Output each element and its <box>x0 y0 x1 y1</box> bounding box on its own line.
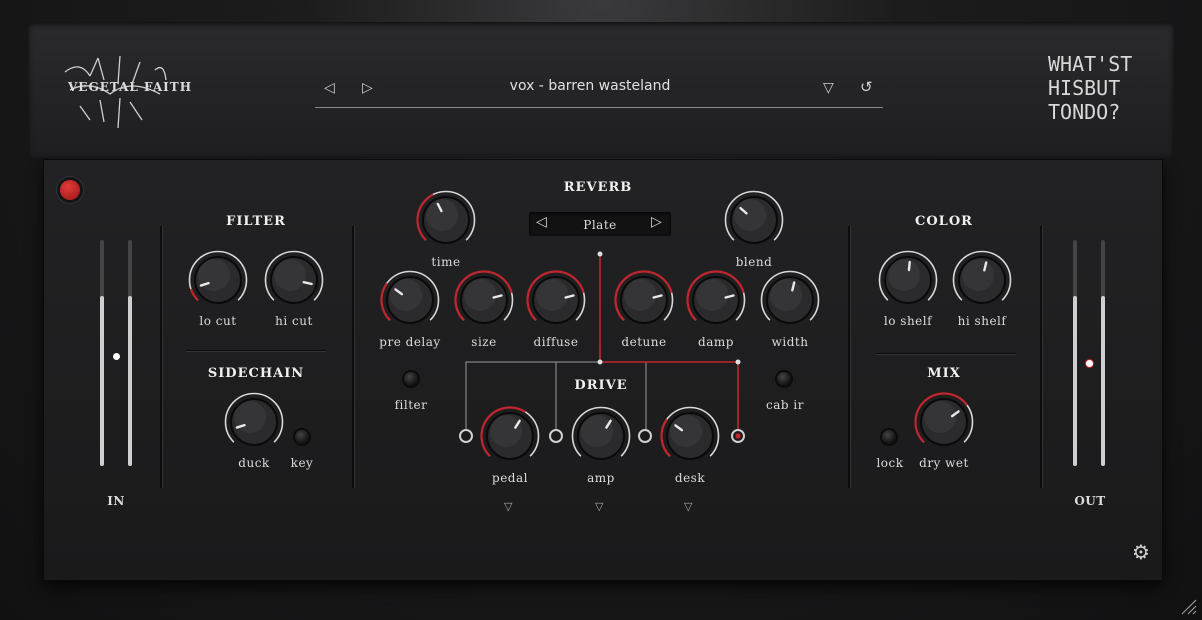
blend-knob[interactable] <box>724 190 784 250</box>
divider-right-outer <box>1040 226 1042 488</box>
logo-right-line-1: WHAT'ST <box>1048 52 1133 76</box>
desk-knob[interactable] <box>660 406 720 466</box>
logo-right-line-3: TONDO? <box>1048 100 1121 124</box>
pre-delay-label: pre delay <box>379 335 441 349</box>
resize-handle-icon[interactable] <box>1180 598 1198 616</box>
cab-ir-switch[interactable] <box>777 372 791 386</box>
drive-node-3[interactable] <box>638 429 652 443</box>
desk-dropdown-icon[interactable]: ▽ <box>684 500 692 513</box>
preset-prev-button[interactable]: ◁ <box>324 80 335 96</box>
drive-node-2[interactable] <box>549 429 563 443</box>
lo-cut-knob[interactable] <box>188 250 248 310</box>
reverb-type-value: Plate <box>583 218 617 232</box>
reverb-type-prev-button[interactable]: ◁ <box>536 214 547 230</box>
hi-shelf-knob[interactable] <box>952 250 1012 310</box>
power-button[interactable] <box>60 180 80 200</box>
drive-title: DRIVE <box>574 378 628 393</box>
drive-node-4-active[interactable] <box>731 429 745 443</box>
hi-cut-label: hi cut <box>275 314 313 328</box>
reverb-type-next-button[interactable]: ▷ <box>651 214 662 230</box>
filter-sidechain-separator <box>186 350 326 351</box>
filter-title: FILTER <box>226 214 286 229</box>
in-meter-right-fill <box>128 296 132 466</box>
lock-switch[interactable] <box>882 430 896 444</box>
logo-right: WHAT'ST HISBUT TONDO? <box>1048 52 1148 124</box>
preset-dropdown-icon[interactable]: ▽ <box>823 80 834 96</box>
preset-name[interactable]: vox - barren wasteland <box>408 78 772 94</box>
mix-title: MIX <box>927 366 961 381</box>
preset-next-button[interactable]: ▷ <box>362 80 373 96</box>
dry-wet-label: dry wet <box>919 456 969 470</box>
divider-left-inner <box>352 226 354 488</box>
lo-shelf-label: lo shelf <box>883 314 933 328</box>
hi-cut-knob[interactable] <box>264 250 324 310</box>
pre-delay-knob[interactable] <box>380 270 440 330</box>
filter-switch[interactable] <box>404 372 418 386</box>
duck-label: duck <box>238 456 270 470</box>
out-meter-right-fill <box>1101 296 1105 466</box>
pedal-knob[interactable] <box>480 406 540 466</box>
out-label: OUT <box>1074 494 1106 508</box>
pedal-dropdown-icon[interactable]: ▽ <box>504 500 512 513</box>
width-knob[interactable] <box>760 270 820 330</box>
width-label: width <box>771 335 809 349</box>
pedal-label: pedal <box>492 471 528 485</box>
color-mix-separator <box>876 353 1016 354</box>
logo-left-text: VEGETAL FAITH <box>68 80 193 94</box>
out-meter-left-fill <box>1073 296 1077 466</box>
preset-underline <box>315 107 883 108</box>
duck-knob[interactable] <box>224 392 284 452</box>
amp-dropdown-icon[interactable]: ▽ <box>595 500 603 513</box>
drive-node-1[interactable] <box>459 429 473 443</box>
out-gain-slider[interactable] <box>1086 360 1093 367</box>
gear-icon[interactable]: ⚙ <box>1132 542 1150 562</box>
divider-left-outer <box>160 226 162 488</box>
lo-cut-label: lo cut <box>199 314 237 328</box>
time-knob[interactable] <box>416 190 476 250</box>
key-switch[interactable] <box>295 430 309 444</box>
key-label: key <box>290 456 314 470</box>
filter-switch-label: filter <box>394 398 428 412</box>
divider-right-inner <box>848 226 850 488</box>
cab-ir-label: cab ir <box>766 398 804 412</box>
logo-left: VEGETAL FAITH <box>60 50 193 130</box>
amp-label: amp <box>587 471 615 485</box>
header-bar: VEGETAL FAITH ◁ ▷ vox - barren wasteland… <box>28 22 1174 158</box>
dry-wet-knob[interactable] <box>914 392 974 452</box>
color-title: COLOR <box>915 214 973 229</box>
preset-reset-icon[interactable]: ↺ <box>860 78 873 96</box>
sidechain-title: SIDECHAIN <box>207 366 305 381</box>
amp-knob[interactable] <box>571 406 631 466</box>
desk-label: desk <box>674 471 706 485</box>
in-label: IN <box>107 494 125 508</box>
hi-shelf-label: hi shelf <box>957 314 1007 328</box>
reverb-title: REVERB <box>563 180 633 195</box>
lock-label: lock <box>876 456 904 470</box>
in-meter-left-fill <box>100 296 104 466</box>
in-gain-slider[interactable] <box>113 353 120 360</box>
lo-shelf-knob[interactable] <box>878 250 938 310</box>
logo-right-line-2: HISBUT <box>1048 76 1121 100</box>
